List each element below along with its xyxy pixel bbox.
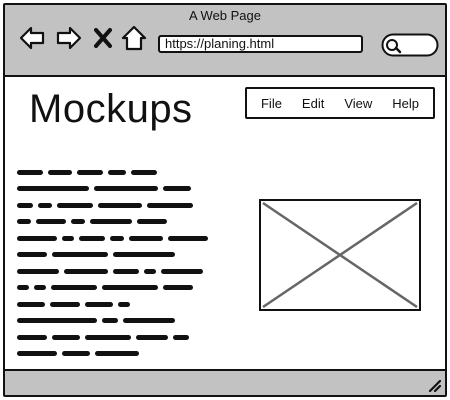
menu-item-file[interactable]: File <box>261 96 282 111</box>
home-icon[interactable] <box>121 25 147 51</box>
window-title: A Web Page <box>188 8 262 23</box>
placeholder-text-line <box>17 214 217 231</box>
browser-window: A Web Page https://planing.html Mockups … <box>3 3 447 397</box>
address-bar[interactable]: https://planing.html <box>158 35 363 53</box>
page-title: Mockups <box>29 87 193 131</box>
status-bar <box>5 369 445 395</box>
placeholder-text-line <box>17 230 217 247</box>
menu-item-help[interactable]: Help <box>392 96 419 111</box>
menu-bar: File Edit View Help <box>245 87 435 119</box>
menu-item-edit[interactable]: Edit <box>302 96 324 111</box>
placeholder-text-line <box>17 263 217 280</box>
search-icon[interactable] <box>381 33 439 57</box>
placeholder-text-line <box>17 280 217 297</box>
placeholder-text-line <box>17 197 217 214</box>
resize-grip-icon[interactable] <box>426 377 442 393</box>
browser-toolbar: A Web Page https://planing.html <box>5 5 445 77</box>
back-arrow-icon[interactable] <box>19 25 45 51</box>
menu-item-view[interactable]: View <box>344 96 372 111</box>
forward-arrow-icon[interactable] <box>56 25 82 51</box>
placeholder-text-line <box>17 313 217 330</box>
placeholder-text-line <box>17 296 217 313</box>
placeholder-text-line <box>17 164 217 181</box>
placeholder-text-line <box>17 329 217 346</box>
image-placeholder-icon <box>259 199 421 311</box>
placeholder-text-line <box>17 247 217 264</box>
placeholder-text-line <box>17 346 217 363</box>
placeholder-text-block <box>17 164 217 362</box>
placeholder-text-line <box>17 181 217 198</box>
close-x-icon[interactable] <box>93 25 113 51</box>
page-content: Mockups File Edit View Help <box>5 77 445 373</box>
